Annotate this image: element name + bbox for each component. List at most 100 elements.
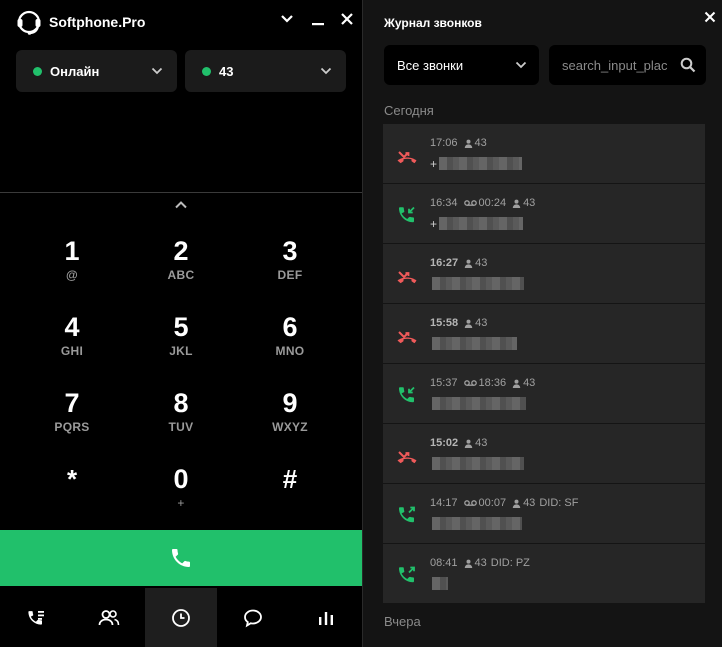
expand-button[interactable] — [171, 197, 191, 211]
call-duration: 00:24 — [463, 197, 506, 209]
dialpad-key-star[interactable]: * — [27, 464, 117, 526]
incoming-call-icon — [396, 204, 418, 226]
voicemail-icon — [463, 500, 477, 506]
call-button[interactable] — [0, 530, 362, 586]
call-time: 16:27 — [430, 257, 459, 269]
dialpad-key-9[interactable]: 9 WXYZ — [245, 388, 335, 450]
dialpad-key-5[interactable]: 5 JKL — [136, 312, 226, 374]
dialpad-key-7[interactable]: 7 PQRS — [27, 388, 117, 450]
call-log-row[interactable]: 08:41 43 DID: PZ — [383, 544, 705, 604]
call-meta: 16:27 43 — [430, 257, 487, 269]
call-agent: 43 — [464, 257, 487, 269]
call-log-row[interactable]: 17:06 43 + — [383, 124, 705, 184]
dialpad-key-hash[interactable]: # — [245, 464, 335, 526]
key-letters: PQRS — [54, 420, 90, 434]
call-time: 08:41 — [430, 557, 458, 569]
redacted-number — [432, 277, 524, 290]
collapse-button[interactable] — [276, 8, 298, 30]
journal-close-button[interactable] — [700, 7, 720, 27]
redacted-number — [432, 457, 524, 470]
stats-icon — [318, 611, 333, 625]
call-log-row[interactable]: 15:02 43 — [383, 424, 705, 484]
dialpad-key-4[interactable]: 4 GHI — [27, 312, 117, 374]
status-label: Онлайн — [50, 63, 100, 79]
call-number — [430, 395, 526, 412]
search-input[interactable] — [562, 57, 667, 73]
call-meta: 15:58 43 — [430, 317, 487, 329]
key-digit: 4 — [64, 312, 80, 342]
search-button[interactable] — [680, 57, 696, 73]
call-time: 15:58 — [430, 317, 459, 329]
voicemail-icon — [463, 200, 477, 206]
call-agent: 43 — [512, 377, 535, 389]
dialpad-key-1[interactable]: 1 @ — [27, 236, 117, 298]
call-time: 15:37 — [430, 377, 458, 389]
search-icon — [680, 57, 696, 73]
key-digit: 6 — [282, 312, 298, 342]
dialpad-key-0[interactable]: 0 + — [136, 464, 226, 526]
chevron-down-icon — [151, 67, 163, 75]
call-duration: 18:36 — [463, 377, 506, 389]
dialpad-key-6[interactable]: 6 MNO — [245, 312, 335, 374]
call-log-row[interactable]: 16:27 43 — [383, 244, 705, 304]
headset-icon — [17, 10, 41, 35]
call-log-row[interactable]: 14:17 00:07 43 DID: SF — [383, 484, 705, 544]
key-digit: 9 — [282, 388, 298, 418]
minimize-icon — [312, 23, 324, 26]
redacted-number — [432, 337, 517, 350]
call-log-row[interactable]: 16:34 00:24 43 + — [383, 184, 705, 244]
agent-text: 43 — [475, 317, 488, 329]
redacted-number — [439, 157, 523, 170]
account-dropdown[interactable]: 43 — [185, 50, 346, 92]
dialpad-key-2[interactable]: 2 ABC — [136, 236, 226, 298]
missed-call-icon — [396, 144, 418, 166]
minimize-button[interactable] — [307, 8, 329, 30]
call-meta: 14:17 00:07 43 DID: SF — [430, 497, 578, 509]
close-button[interactable] — [336, 8, 358, 30]
call-number: + — [430, 155, 523, 172]
section-today: Сегодня — [384, 103, 434, 118]
agent-text: 43 — [474, 557, 487, 569]
number-prefix: + — [430, 156, 438, 171]
key-letters: JKL — [169, 344, 193, 358]
call-log-row[interactable]: 15:58 43 — [383, 304, 705, 364]
key-digit: * — [66, 464, 78, 494]
person-icon — [464, 319, 473, 328]
person-icon — [512, 499, 521, 508]
key-letters: WXYZ — [272, 420, 308, 434]
call-meta: 08:41 43 DID: PZ — [430, 557, 530, 569]
nav-chat[interactable] — [217, 588, 289, 647]
call-log-row[interactable]: 15:37 18:36 43 — [383, 364, 705, 424]
nav-contacts[interactable] — [72, 588, 144, 647]
nav-stats[interactable] — [290, 588, 362, 647]
number-input-area[interactable] — [0, 92, 362, 193]
call-did: DID: PZ — [490, 557, 530, 569]
app-title: Softphone.Pro — [49, 14, 146, 30]
contacts-icon — [98, 609, 119, 625]
call-agent: 43 — [464, 437, 487, 449]
title-bar: Softphone.Pro — [0, 0, 362, 44]
dialpad-key-8[interactable]: 8 TUV — [136, 388, 226, 450]
section-yesterday: Вчера — [384, 614, 421, 629]
call-filter-dropdown[interactable]: Все звонки — [384, 45, 539, 85]
person-icon — [464, 259, 473, 268]
outgoing-call-icon — [396, 564, 418, 586]
key-digit: 0 — [173, 464, 189, 494]
call-list: 17:06 43 +16:34 00:24 43 +16:27 43 15:58 43 15:37… — [383, 124, 705, 604]
status-dropdown[interactable]: Онлайн — [16, 50, 177, 92]
nav-history[interactable] — [144, 588, 218, 647]
dialpad-key-3[interactable]: 3 DEF — [245, 236, 335, 298]
call-time: 15:02 — [430, 437, 459, 449]
missed-call-icon — [396, 324, 418, 346]
person-icon — [464, 139, 472, 148]
nav-calls[interactable] — [0, 588, 72, 647]
call-time: 17:06 — [430, 137, 458, 149]
agent-text: 43 — [523, 197, 536, 209]
call-agent: 43 — [512, 197, 535, 209]
chevron-up-icon — [175, 200, 187, 208]
call-agent: 43 — [464, 557, 487, 569]
call-time: 14:17 — [430, 497, 458, 509]
key-digit: # — [282, 464, 298, 494]
agent-text: 43 — [475, 437, 488, 449]
call-time: 16:34 — [430, 197, 458, 209]
